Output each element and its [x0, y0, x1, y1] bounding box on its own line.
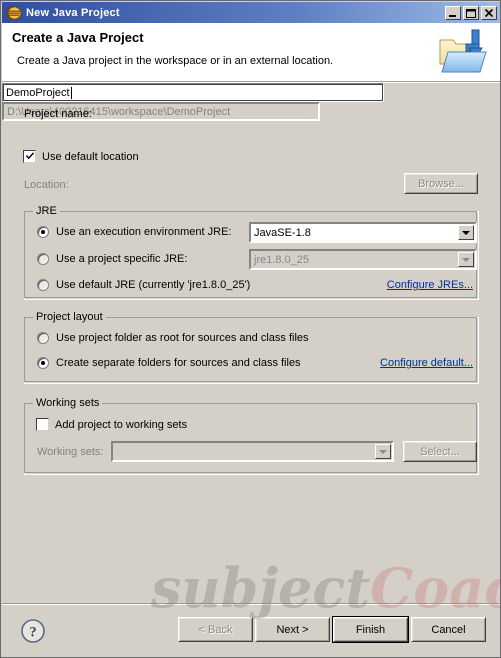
chevron-down-icon: [462, 257, 470, 262]
radio-button: [37, 357, 49, 369]
eclipse-wizard-icon: [6, 5, 22, 21]
project-name-value: DemoProject: [6, 86, 70, 99]
project-layout-group-label: Project layout: [33, 311, 106, 323]
project-layout-group: Project layout Use project folder as roo…: [24, 311, 479, 384]
jre-group: JRE Use an execution environment JRE: Ja…: [24, 205, 479, 300]
working-sets-group-label: Working sets: [33, 397, 103, 409]
execution-environment-combo[interactable]: JavaSE-1.8: [249, 222, 477, 243]
jre-option-default[interactable]: Use default JRE (currently 'jre1.8.0_25'…: [37, 279, 250, 291]
working-sets-combo: [111, 441, 394, 462]
combo-arrow-button[interactable]: [458, 225, 474, 240]
svg-text:?: ?: [29, 625, 37, 641]
select-working-sets-button[interactable]: Select...: [403, 441, 477, 462]
project-name-input[interactable]: DemoProject: [2, 83, 384, 102]
cancel-button[interactable]: Cancel: [411, 617, 486, 642]
dialog-body: Project name: DemoProject Use default lo…: [2, 83, 500, 603]
maximize-button[interactable]: [463, 5, 479, 20]
jre-option-project-specific[interactable]: Use a project specific JRE:: [37, 253, 187, 265]
execution-environment-value: JavaSE-1.8: [254, 226, 311, 239]
layout-option-separate-folders[interactable]: Create separate folders for sources and …: [37, 357, 301, 369]
text-caret: [70, 86, 72, 99]
jre-option-execution-environment[interactable]: Use an execution environment JRE:: [37, 226, 231, 238]
title-bar: New Java Project: [2, 2, 500, 23]
checkmark-icon: [26, 152, 34, 160]
working-sets-group: Working sets Add project to working sets…: [24, 397, 479, 475]
window-controls: [445, 5, 497, 20]
java-project-folder-icon: [436, 26, 492, 78]
configure-default-link[interactable]: Configure default...: [380, 357, 473, 369]
radio-button: [37, 226, 49, 238]
working-sets-label: Working sets:: [37, 446, 104, 458]
layout-option-project-folder[interactable]: Use project folder as root for sources a…: [37, 332, 309, 344]
use-default-location-checkbox[interactable]: Use default location: [23, 150, 139, 163]
checkbox-box: [36, 418, 49, 431]
page-title: Create a Java Project: [12, 30, 144, 45]
browse-button[interactable]: Browse...: [404, 173, 478, 194]
use-default-location-label: Use default location: [42, 150, 139, 163]
project-name-label: Project name:: [24, 108, 92, 120]
combo-arrow-button: [375, 444, 391, 459]
radio-button: [37, 253, 49, 265]
jre-option-label: Use default JRE (currently 'jre1.8.0_25'…: [56, 279, 251, 291]
layout-option-label: Create separate folders for sources and …: [56, 357, 301, 369]
finish-button[interactable]: Finish: [332, 616, 409, 643]
close-button[interactable]: [481, 5, 497, 20]
chevron-down-icon: [379, 449, 387, 454]
dialog-footer: ? < Back Next > Finish Cancel: [2, 603, 500, 657]
page-description: Create a Java project in the workspace o…: [17, 55, 334, 67]
new-java-project-dialog: New Java Project Create a Java Project C…: [0, 0, 501, 658]
radio-dot: [41, 230, 45, 234]
minimize-button[interactable]: [445, 5, 461, 20]
add-project-to-working-sets-label: Add project to working sets: [55, 418, 188, 431]
combo-arrow-button: [458, 252, 474, 267]
wizard-header: Create a Java Project Create a Java proj…: [2, 23, 500, 81]
radio-button: [37, 279, 49, 291]
footer-separator: [2, 603, 500, 605]
configure-jres-link[interactable]: Configure JREs...: [387, 279, 473, 291]
location-label: Location:: [24, 179, 69, 191]
layout-option-label: Use project folder as root for sources a…: [56, 332, 309, 344]
window-title: New Java Project: [26, 6, 120, 19]
group-frame: [24, 403, 477, 473]
project-specific-jre-combo: jre1.8.0_25: [249, 249, 477, 270]
help-question-icon[interactable]: ?: [19, 617, 47, 645]
group-frame: [24, 317, 477, 382]
chevron-down-icon: [462, 230, 470, 235]
back-button[interactable]: < Back: [178, 617, 253, 642]
jre-group-label: JRE: [33, 205, 60, 217]
jre-option-label: Use an execution environment JRE:: [56, 226, 232, 238]
next-button[interactable]: Next >: [255, 617, 330, 642]
jre-option-label: Use a project specific JRE:: [56, 253, 188, 265]
add-project-to-working-sets-checkbox[interactable]: Add project to working sets: [36, 418, 187, 431]
project-specific-jre-value: jre1.8.0_25: [254, 253, 310, 266]
checkbox-box: [23, 150, 36, 163]
radio-dot: [41, 361, 45, 365]
radio-button: [37, 332, 49, 344]
